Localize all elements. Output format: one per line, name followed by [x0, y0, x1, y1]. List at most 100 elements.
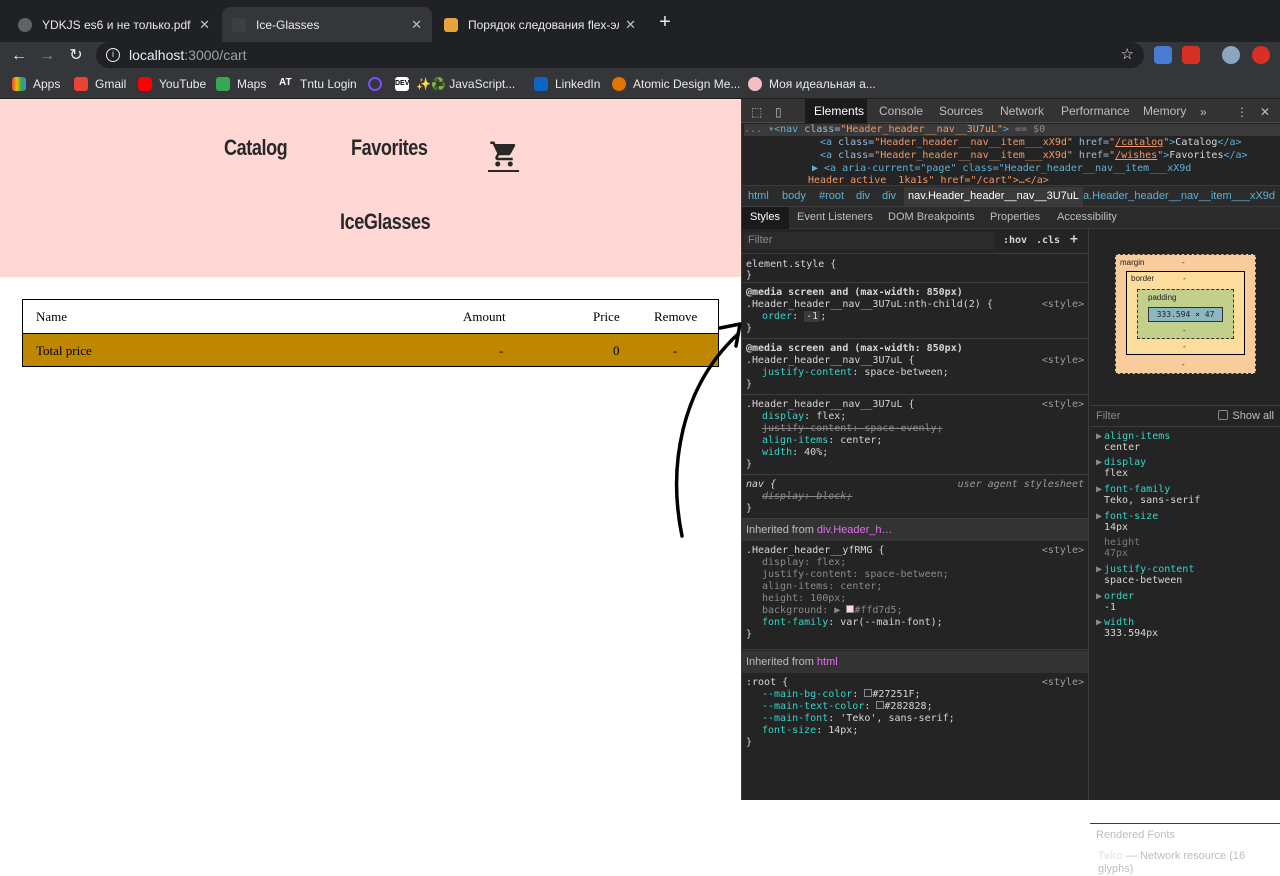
subtab-properties[interactable]: Properties — [990, 211, 1040, 223]
computed-prop[interactable]: height 47px — [1096, 537, 1140, 559]
computed-prop[interactable]: ▶ justify-content space-between — [1096, 564, 1194, 586]
youtube-icon — [138, 77, 152, 91]
bookmark-gmail[interactable]: Gmail — [74, 77, 126, 91]
devtools-tabbar: ⬚ ▯ Elements Console Sources Network Per… — [742, 99, 1280, 123]
nav-link-cart[interactable] — [488, 139, 520, 173]
computed-prop[interactable]: ▶ font-family Teko, sans-serif — [1096, 484, 1200, 506]
breadcrumb-html[interactable]: html — [748, 190, 769, 202]
tab-flex-order[interactable]: Порядок следования flex-эле ✕ — [434, 7, 646, 42]
computed-filter-input[interactable]: Filter — [1096, 410, 1120, 422]
bookmark-linkedin[interactable]: LinkedIn — [534, 77, 600, 91]
bookmark-ideal[interactable]: Моя идеальная а... — [748, 77, 876, 91]
devtools-tab-network[interactable]: Network — [1000, 104, 1044, 118]
devtools-tab-sources[interactable]: Sources — [939, 104, 983, 118]
subtab-event-listeners[interactable]: Event Listeners — [797, 211, 873, 223]
tab-ice-glasses[interactable]: Ice-Glasses ✕ — [222, 7, 432, 42]
ideal-site-icon — [748, 77, 762, 91]
box-model-padding[interactable]: padding 333.594 × 47 - — [1137, 289, 1234, 339]
bookmark-star-icon[interactable]: ☆ — [1121, 45, 1134, 63]
bookmarks-bar: Apps Gmail YouTube Maps AT Tntu Login DEV… — [0, 70, 1280, 99]
update-notice-icon[interactable] — [1252, 46, 1270, 64]
bookmark-youtube[interactable]: YouTube — [138, 77, 206, 91]
bookmark-javascript[interactable]: DEV ✨♻️ JavaScript... — [395, 77, 515, 91]
maps-icon — [216, 77, 230, 91]
total-amount-value: - — [499, 343, 504, 358]
subtab-accessibility[interactable]: Accessibility — [1057, 211, 1117, 223]
new-tab-icon[interactable]: + — [654, 12, 676, 34]
box-model-content[interactable]: 333.594 × 47 — [1148, 307, 1223, 322]
reload-icon[interactable]: ↻ — [66, 46, 86, 66]
translate-extension-icon[interactable] — [1154, 46, 1172, 64]
computed-prop[interactable]: ▶ font-size 14px — [1096, 511, 1158, 533]
site-info-icon[interactable]: i — [106, 48, 120, 62]
breadcrumb-a[interactable]: a.Header_header__nav__item___xX9d — [1083, 190, 1275, 202]
inherited-from-header: Inherited from div.Header_h… — [742, 519, 1088, 541]
dom-node-nav-selected[interactable]: ... ▾<nav class="Header_header__nav__3U7… — [744, 124, 1280, 136]
rule-media-order[interactable]: @media screen and (max-width: 850px) .He… — [742, 283, 1088, 339]
nav-link-catalog[interactable]: Catalog — [224, 135, 288, 161]
styles-pane: Filter :hov .cls + element.style { } @me… — [742, 229, 1089, 800]
rule-root-vars[interactable]: :root { <style> --main-bg-color: #27251F… — [742, 673, 1088, 753]
profile-avatar[interactable] — [1222, 46, 1240, 64]
close-tab-icon[interactable]: ✕ — [625, 17, 636, 33]
kebab-menu-icon[interactable]: ⋮ — [1236, 105, 1248, 119]
rendered-fonts-header: Rendered Fonts — [1090, 823, 1280, 845]
bookmark-tntu-login[interactable]: AT Tntu Login — [279, 77, 357, 91]
inspect-element-icon[interactable]: ⬚ — [751, 105, 762, 119]
nav-link-favorites[interactable]: Favorites — [351, 135, 428, 161]
extension-red-icon[interactable] — [1182, 46, 1200, 64]
brand-logo-link[interactable]: IceGlasses — [340, 209, 431, 235]
address-bar[interactable]: i localhost:3000/cart ☆ — [96, 42, 1144, 68]
breadcrumb-nav[interactable]: nav.Header_header__nav__3U7uL — [904, 187, 1084, 206]
dom-node-favorites-link[interactable]: <a class="Header_header__nav__item___xX9… — [820, 150, 1248, 161]
devtools-tab-console[interactable]: Console — [879, 104, 923, 118]
cart-table-header: Name Amount Price Remove — [23, 300, 718, 333]
show-all-checkbox[interactable]: Show all — [1218, 410, 1274, 422]
back-arrow-icon[interactable]: ← — [9, 46, 29, 66]
apps-grid-icon — [12, 77, 26, 91]
hov-toggle[interactable]: :hov — [1003, 235, 1027, 246]
rule-element-style: element.style { } — [742, 254, 1088, 283]
rule-nav-base[interactable]: .Header_header__nav__3U7uL { <style> dis… — [742, 395, 1088, 475]
rule-header-inherited[interactable]: .Header_header__yfRMG { <style> display:… — [742, 541, 1088, 650]
new-rule-icon[interactable]: + — [1070, 232, 1078, 247]
box-model-margin[interactable]: margin - border - padding 333.594 × 47 -… — [1115, 254, 1256, 374]
devtools-panel: ⬚ ▯ Elements Console Sources Network Per… — [741, 99, 1280, 875]
computed-prop[interactable]: ▶ display flex — [1096, 457, 1146, 479]
subtab-styles[interactable]: Styles — [750, 211, 780, 223]
cart-table: Name Amount Price Remove Total price - 0… — [22, 299, 719, 367]
styles-filter-input[interactable]: Filter — [744, 232, 994, 250]
shopping-cart-icon — [490, 141, 516, 167]
box-model-border[interactable]: border - padding 333.594 × 47 - - — [1126, 271, 1245, 355]
dom-node-cart-link[interactable]: ▶ <a aria-current="page" class="Header_h… — [812, 163, 1191, 174]
rule-media-justify[interactable]: @media screen and (max-width: 850px) .He… — [742, 339, 1088, 395]
device-toolbar-icon[interactable]: ▯ — [775, 105, 782, 119]
computed-prop[interactable]: ▶ align-items center — [1096, 431, 1170, 453]
breadcrumb-div-1[interactable]: div — [856, 190, 870, 202]
browser-toolbar: ← → ↻ i localhost:3000/cart ☆ — [0, 42, 1280, 70]
computed-prop[interactable]: ▶ order -1 — [1096, 591, 1134, 613]
cls-toggle[interactable]: .cls — [1036, 235, 1060, 246]
browser-chrome: YDKJS es6 и не только.pdf ✕ Ice-Glasses … — [0, 0, 1280, 99]
devtools-tab-memory[interactable]: Memory — [1143, 104, 1186, 118]
subtab-dom-breakpoints[interactable]: DOM Breakpoints — [888, 211, 975, 223]
tab-ydkjs[interactable]: YDKJS es6 и не только.pdf ✕ — [8, 7, 220, 42]
close-tab-icon[interactable]: ✕ — [411, 17, 422, 33]
close-devtools-icon[interactable]: ✕ — [1260, 105, 1270, 119]
bookmark-maps[interactable]: Maps — [216, 77, 266, 91]
bookmark-purple[interactable] — [368, 77, 389, 91]
devtools-tab-performance[interactable]: Performance — [1061, 104, 1130, 118]
dom-breadcrumbs: html body #root div div nav.Header_heade… — [742, 185, 1280, 207]
dom-node-catalog-link[interactable]: <a class="Header_header__nav__item___xX9… — [820, 137, 1242, 148]
close-tab-icon[interactable]: ✕ — [199, 17, 210, 33]
more-tabs-icon[interactable]: » — [1200, 105, 1207, 119]
computed-prop[interactable]: ▶ width 333.594px — [1096, 617, 1158, 639]
forward-arrow-icon[interactable]: → — [37, 46, 57, 66]
devtools-tab-elements[interactable]: Elements — [814, 104, 864, 118]
bookmark-atomic-design[interactable]: Atomic Design Me... — [612, 77, 740, 91]
breadcrumb-body[interactable]: body — [782, 190, 806, 202]
bookmark-apps[interactable]: Apps — [12, 77, 60, 91]
column-header-amount: Amount — [463, 309, 506, 324]
breadcrumb-div-2[interactable]: div — [882, 190, 896, 202]
breadcrumb-root[interactable]: #root — [819, 190, 844, 202]
